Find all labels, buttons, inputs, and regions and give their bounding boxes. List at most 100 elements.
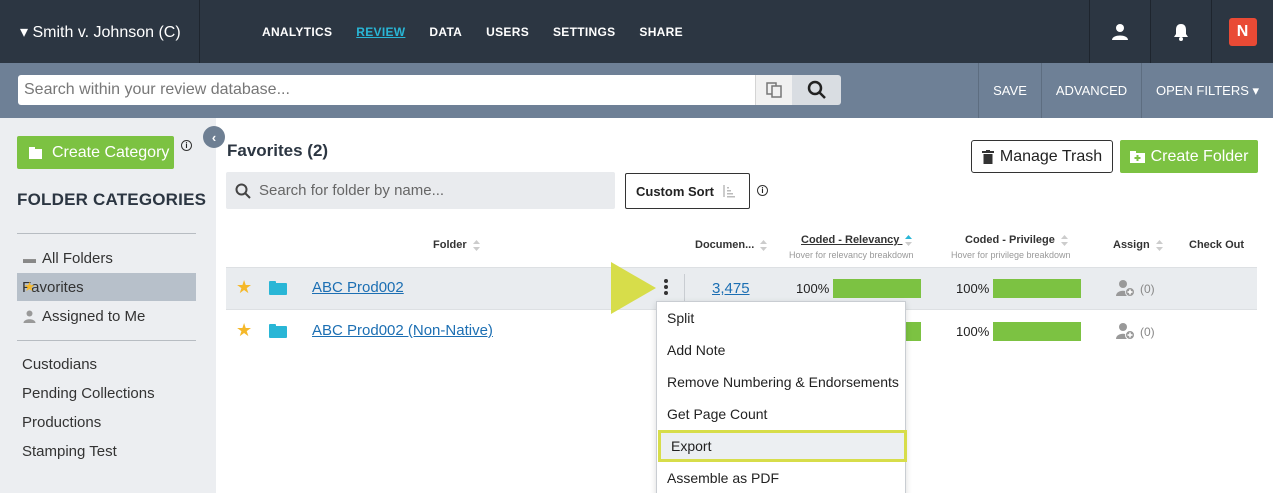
user-icon: [23, 310, 36, 323]
star-icon[interactable]: ★: [236, 320, 252, 341]
open-filters-button[interactable]: OPEN FILTERS ▾: [1141, 63, 1273, 118]
column-header-label: Coded - Privilege: [965, 234, 1055, 246]
column-header-check-out[interactable]: Check Out: [1189, 239, 1244, 251]
sort-arrows-icon: [1060, 234, 1068, 246]
privilege-percent: 100%: [956, 324, 990, 339]
folder-link[interactable]: ABC Prod002: [312, 279, 404, 296]
user-icon: [1112, 23, 1128, 40]
divider: [17, 233, 196, 234]
sort-arrows-icon: [1155, 239, 1163, 251]
relevancy-progress-bar[interactable]: [833, 279, 921, 298]
menu-item-get-page-count[interactable]: Get Page Count: [657, 398, 905, 430]
column-subheader: Hover for relevancy breakdown: [789, 250, 914, 260]
search-icon: [807, 80, 826, 99]
main-nav: ANALYTICS REVIEW DATA USERS SETTINGS SHA…: [262, 0, 707, 63]
copy-search-button[interactable]: [755, 75, 792, 105]
relevancy-percent: 100%: [796, 281, 830, 296]
folder-plus-icon: [29, 146, 42, 159]
menu-item-export[interactable]: Export: [658, 430, 907, 462]
custom-sort-button[interactable]: Custom Sort: [625, 173, 750, 209]
sidebar-item-label: All Folders: [42, 249, 113, 267]
sort-arrows-icon: [905, 234, 913, 246]
sidebar-item-productions[interactable]: Productions: [17, 408, 196, 436]
case-selector[interactable]: ▾ Smith v. Johnson (C): [0, 0, 200, 63]
create-folder-button[interactable]: Create Folder: [1120, 140, 1258, 173]
nav-settings[interactable]: SETTINGS: [553, 25, 615, 39]
user-profile-button[interactable]: [1089, 0, 1150, 63]
create-category-label: Create Category: [52, 143, 170, 161]
trash-icon: [981, 149, 994, 164]
info-icon[interactable]: i: [181, 140, 192, 151]
column-header-documents[interactable]: Documen...: [695, 239, 768, 251]
create-category-button[interactable]: Create Category: [17, 136, 174, 169]
folder-plus-icon: [1129, 150, 1145, 163]
brand-logo-icon: N: [1228, 17, 1257, 46]
privilege-progress-bar[interactable]: [993, 279, 1081, 298]
document-count-link[interactable]: 3,475: [712, 280, 750, 297]
nav-users[interactable]: USERS: [486, 25, 529, 39]
sort-icon: [723, 185, 735, 198]
manage-trash-button[interactable]: Manage Trash: [971, 140, 1113, 173]
custom-sort-label: Custom Sort: [636, 183, 714, 199]
nav-review[interactable]: REVIEW: [356, 25, 405, 39]
review-search-input[interactable]: [18, 75, 755, 105]
sort-arrows-icon: [760, 239, 768, 251]
search-icon: [235, 183, 251, 199]
collapse-sidebar-button[interactable]: ‹: [203, 126, 225, 148]
save-search-button[interactable]: SAVE: [978, 63, 1041, 118]
search-button[interactable]: [792, 75, 841, 105]
top-navigation-bar: ▾ Smith v. Johnson (C) ANALYTICS REVIEW …: [0, 0, 1273, 63]
nav-data[interactable]: DATA: [429, 25, 462, 39]
folder-search-box: [226, 172, 615, 209]
review-search-bar: SAVE ADVANCED OPEN FILTERS ▾: [0, 63, 1273, 118]
sidebar-item-custodians[interactable]: Custodians: [17, 350, 196, 378]
nav-share[interactable]: SHARE: [639, 25, 683, 39]
column-header-label: Assign: [1113, 239, 1150, 251]
menu-item-assemble-pdf[interactable]: Assemble as PDF: [657, 462, 905, 493]
column-header-coded-privilege[interactable]: Coded - Privilege: [965, 234, 1068, 246]
more-options-icon[interactable]: [664, 279, 670, 297]
sidebar-item-favorites[interactable]: ★ Favorites: [17, 273, 196, 301]
star-icon[interactable]: ★: [236, 277, 252, 298]
column-header-label: Coded - Relevancy: [801, 234, 900, 246]
folder-icon: [269, 281, 287, 295]
brand-menu-button[interactable]: N: [1211, 0, 1273, 63]
column-header-label: Documen...: [695, 239, 755, 251]
divider: [17, 340, 196, 341]
sidebar-item-all-folders[interactable]: ▬ All Folders: [17, 244, 196, 272]
folder-icon: [269, 324, 287, 338]
callout-arrow: [611, 262, 656, 314]
copy-icon: [766, 82, 782, 98]
chevron-left-icon: ‹: [211, 129, 217, 145]
folder-search-input[interactable]: [259, 182, 599, 199]
privilege-progress-bar[interactable]: [993, 322, 1081, 341]
create-folder-label: Create Folder: [1150, 147, 1249, 165]
folder-link[interactable]: ABC Prod002 (Non-Native): [312, 322, 493, 339]
sidebar-item-stamping-test[interactable]: Stamping Test: [17, 437, 196, 465]
column-header-assign[interactable]: Assign: [1113, 239, 1163, 251]
manage-trash-label: Manage Trash: [999, 147, 1103, 165]
folder-context-menu: Split Add Note Remove Numbering & Endors…: [656, 301, 907, 493]
info-icon[interactable]: i: [757, 185, 768, 196]
privilege-percent: 100%: [956, 281, 990, 296]
column-header-coded-relevancy[interactable]: Coded - Relevancy: [801, 234, 913, 246]
menu-item-remove-numbering[interactable]: Remove Numbering & Endorsements: [657, 366, 905, 398]
sort-arrows-icon: [472, 239, 480, 251]
sidebar-item-pending-collections[interactable]: Pending Collections: [17, 379, 196, 407]
star-icon: ★: [23, 279, 36, 294]
advanced-search-button[interactable]: ADVANCED: [1041, 63, 1141, 118]
folder-sidebar: Create Category i ‹ FOLDER CATEGORIES ▬ …: [0, 118, 225, 493]
nav-analytics[interactable]: ANALYTICS: [262, 25, 332, 39]
folder-categories-heading: FOLDER CATEGORIES: [17, 190, 207, 209]
sidebar-item-assigned-to-me[interactable]: Assigned to Me: [17, 302, 196, 330]
menu-item-add-note[interactable]: Add Note: [657, 334, 905, 366]
notifications-button[interactable]: [1150, 0, 1211, 63]
assign-user-icon[interactable]: [1116, 322, 1136, 340]
sidebar-item-label: Assigned to Me: [42, 307, 146, 325]
column-header-folder[interactable]: Folder: [433, 239, 480, 251]
column-subheader: Hover for privilege breakdown: [951, 250, 1071, 260]
assign-user-icon[interactable]: [1116, 279, 1136, 297]
menu-item-split[interactable]: Split: [657, 302, 905, 334]
page-title: Favorites (2): [227, 141, 329, 160]
bell-icon: [1174, 23, 1188, 41]
